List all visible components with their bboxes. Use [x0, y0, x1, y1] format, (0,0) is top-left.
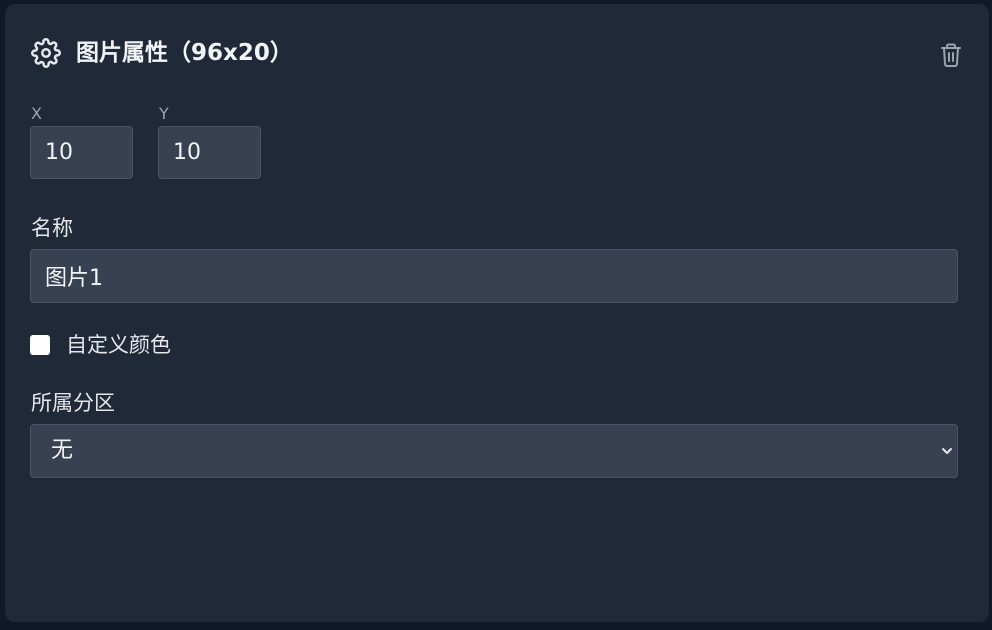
y-input[interactable]	[158, 126, 261, 179]
x-label: X	[31, 104, 42, 123]
gear-icon	[31, 38, 61, 68]
chevron-down-icon	[942, 448, 952, 454]
trash-icon[interactable]	[939, 42, 963, 68]
x-input[interactable]	[30, 126, 133, 179]
zone-label: 所属分区	[31, 391, 115, 415]
y-label: Y	[159, 104, 169, 123]
zone-select-value: 无	[51, 438, 74, 463]
panel-header: 图片属性（96x20）	[31, 34, 963, 74]
custom-color-checkbox[interactable]	[30, 335, 50, 355]
name-label: 名称	[31, 216, 73, 240]
name-input[interactable]	[30, 249, 958, 303]
properties-panel: 图片属性（96x20） X Y 名称 自定义颜色 所属分区 无	[5, 4, 989, 622]
zone-select[interactable]: 无	[30, 424, 958, 478]
custom-color-label: 自定义颜色	[66, 333, 171, 357]
panel-title: 图片属性（96x20）	[76, 40, 293, 66]
